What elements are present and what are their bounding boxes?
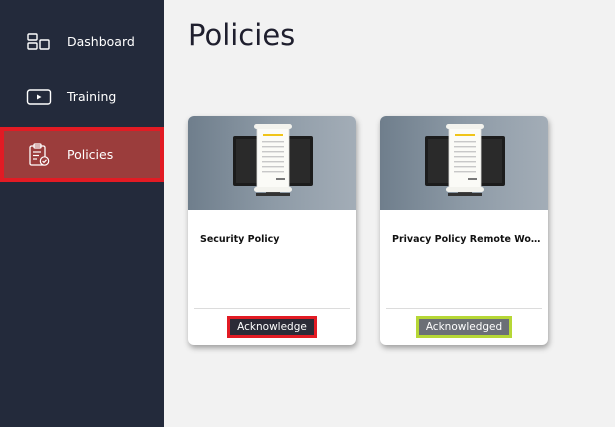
sidebar: Dashboard Training Policies (0, 0, 164, 427)
sidebar-item-dashboard[interactable]: Dashboard (0, 14, 164, 69)
sidebar-item-label: Policies (67, 147, 114, 162)
divider (386, 308, 542, 309)
policy-card-privacy[interactable]: Privacy Policy Remote Wor... Acknowledge… (380, 116, 548, 345)
dashboard-icon (26, 29, 52, 55)
sidebar-item-policies[interactable]: Policies (0, 127, 164, 182)
sidebar-item-training[interactable]: Training (0, 69, 164, 124)
divider (194, 308, 350, 309)
acknowledged-status-button[interactable]: Acknowledged (416, 316, 512, 338)
page-title: Policies (188, 18, 296, 52)
policy-title: Privacy Policy Remote Wor... (392, 234, 542, 245)
policy-title: Security Policy (200, 234, 280, 245)
monitor-document-icon (425, 124, 505, 196)
policy-thumbnail (380, 116, 548, 210)
policy-card-security[interactable]: Security Policy Acknowledge (188, 116, 356, 345)
video-play-icon (26, 84, 52, 110)
policy-thumbnail (188, 116, 356, 210)
sidebar-item-label: Training (67, 89, 117, 104)
monitor-document-icon (233, 124, 313, 196)
acknowledge-button[interactable]: Acknowledge (227, 316, 317, 338)
sidebar-item-label: Dashboard (67, 34, 135, 49)
clipboard-check-icon (26, 142, 52, 168)
